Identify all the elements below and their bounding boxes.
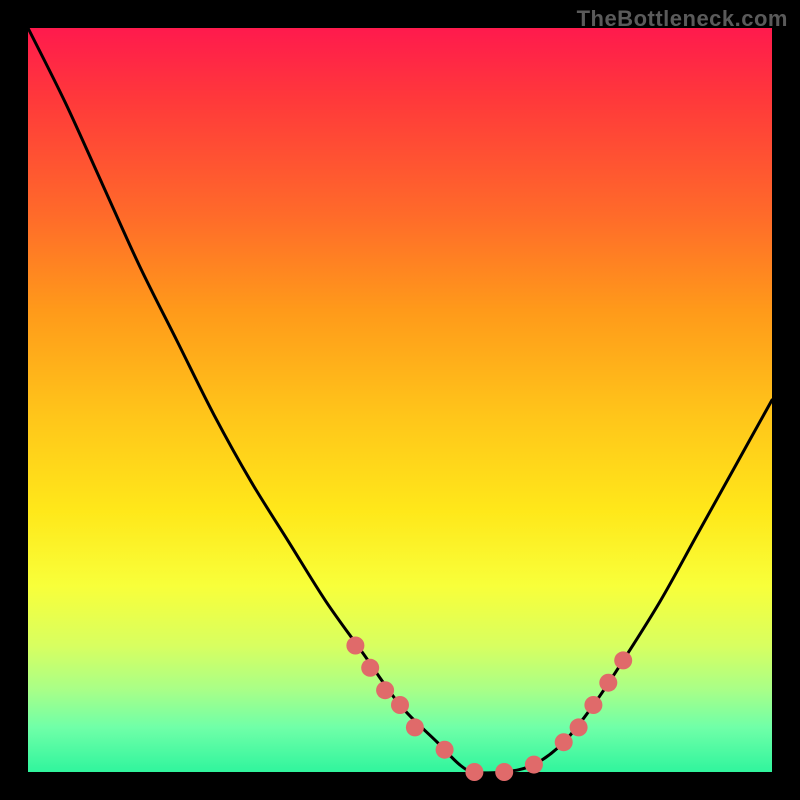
bottleneck-curve-path [28, 28, 772, 773]
curve-marker [376, 681, 394, 699]
bottleneck-curve-svg [28, 28, 772, 772]
curve-marker [584, 696, 602, 714]
plot-area [28, 28, 772, 772]
curve-marker [465, 763, 483, 781]
curve-marker [525, 756, 543, 774]
curve-marker [599, 674, 617, 692]
chart-frame: TheBottleneck.com [0, 0, 800, 800]
curve-marker [614, 651, 632, 669]
curve-marker [406, 718, 424, 736]
curve-marker [361, 659, 379, 677]
curve-marker [555, 733, 573, 751]
curve-marker [570, 718, 588, 736]
curve-marker [436, 741, 454, 759]
marker-group [346, 637, 632, 782]
curve-marker [495, 763, 513, 781]
curve-marker [391, 696, 409, 714]
curve-marker [346, 637, 364, 655]
